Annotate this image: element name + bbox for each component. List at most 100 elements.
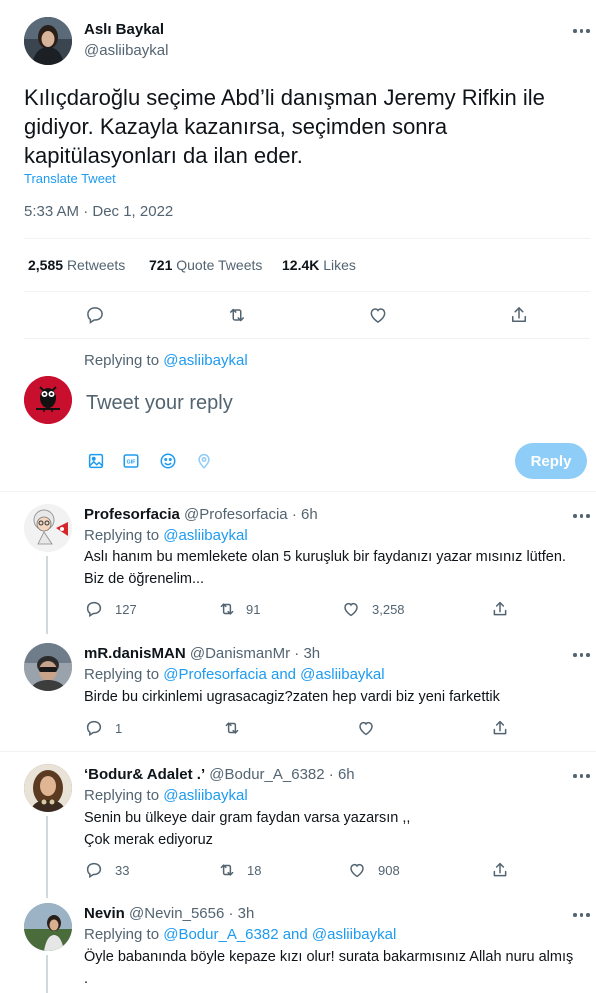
replying-handle-link[interactable]: @asliibaykal (163, 787, 247, 804)
reply-replying-to: Replying to @Profesorfacia and @asliibay… (84, 666, 385, 683)
share-icon[interactable] (490, 599, 510, 619)
reply-text-line: Çok merak ediyoruz (84, 832, 213, 848)
retweet-count: 18 (247, 863, 262, 878)
like-icon[interactable] (347, 860, 367, 880)
reply-replying-to: Replying to @Bodur_A_6382 and @asliibayk… (84, 926, 396, 943)
more-options-icon[interactable] (573, 23, 590, 39)
divider (24, 338, 590, 339)
replying-handle-link[interactable]: @Bodur_A_6382 and @asliibaykal (163, 926, 396, 943)
retweets-stat[interactable]: 2,585 Retweets (28, 257, 125, 273)
tweet-text-line: gidiyor. Kazayla kazanırsa, seçimden son… (24, 114, 448, 139)
reply-avatar[interactable] (24, 903, 72, 951)
reply-text-line: Aslı hanım bu memlekete olan 5 kuruşluk … (84, 549, 566, 565)
divider (0, 751, 596, 752)
share-icon[interactable] (508, 304, 530, 326)
reply-author-name[interactable]: Nevin (84, 905, 125, 922)
replying-handle-link[interactable]: @asliibaykal (163, 527, 247, 544)
thread-line (46, 556, 48, 634)
reply-avatar[interactable] (24, 764, 72, 812)
reply-avatar[interactable] (24, 504, 72, 552)
reply-button[interactable]: Reply (515, 443, 587, 479)
svg-text:GIF: GIF (127, 460, 137, 466)
replying-prefix: Replying to (84, 787, 160, 804)
reply-header: mR.danisMAN @DanismanMr · 3h (84, 645, 320, 662)
reply-header: Profesorfacia @Profesorfacia · 6h (84, 506, 318, 523)
retweet-icon[interactable] (216, 860, 238, 880)
thread-line (46, 955, 48, 993)
retweet-icon[interactable] (221, 718, 243, 738)
tweet-text: Kılıçdaroğlu seçime Abd’li danışman Jere… (24, 83, 589, 170)
reply-text: Birde bu cirkinlemi ugrasacagiz?zaten he… (84, 686, 589, 708)
divider (24, 238, 590, 239)
reply-count: 33 (115, 863, 130, 878)
reply-icon[interactable] (84, 718, 104, 738)
reply-count: 127 (115, 602, 137, 617)
retweet-icon[interactable] (216, 599, 238, 619)
share-icon[interactable] (490, 860, 510, 880)
likes-stat[interactable]: 12.4K Likes (282, 257, 356, 273)
replying-prefix: Replying to (84, 926, 160, 943)
retweet-icon[interactable] (225, 304, 249, 326)
retweets-label: Retweets (66, 257, 126, 273)
more-options-icon[interactable] (573, 907, 590, 923)
author-avatar[interactable] (24, 17, 72, 65)
emoji-icon[interactable] (158, 451, 178, 471)
reply-author-handle[interactable]: @Profesorfacia (184, 506, 288, 523)
more-options-icon[interactable] (573, 647, 590, 663)
reply-count: 1 (115, 721, 123, 736)
translate-tweet-link[interactable]: Translate Tweet (24, 171, 116, 186)
quote-tweets-stat[interactable]: 721 Quote Tweets (149, 257, 262, 273)
tweet-text-line: Kılıçdaroğlu seçime Abd’li danışman Jere… (24, 85, 545, 110)
reply-header: Nevin @Nevin_5656 · 3h (84, 905, 254, 922)
quotes-label: Quote Tweets (176, 257, 263, 273)
reply-time[interactable]: · 6h (292, 506, 318, 523)
likes-label: Likes (323, 257, 356, 273)
reply-icon[interactable] (84, 304, 106, 326)
tweet-timestamp[interactable]: 5:33 AM · Dec 1, 2022 (24, 203, 173, 220)
media-icon[interactable] (86, 451, 106, 471)
retweet-count: 91 (246, 602, 261, 617)
reply-icon[interactable] (84, 860, 104, 880)
reply-input[interactable]: Tweet your reply (86, 392, 566, 415)
more-options-icon[interactable] (573, 768, 590, 784)
more-options-icon[interactable] (573, 508, 590, 524)
replying-handle-link[interactable]: @asliibaykal (163, 352, 247, 369)
reply-author-handle[interactable]: @DanismanMr (190, 645, 290, 662)
author-name[interactable]: Aslı Baykal (84, 21, 164, 38)
gif-icon[interactable]: GIF (121, 451, 141, 471)
like-icon[interactable] (367, 304, 389, 326)
reply-time[interactable]: · 6h (329, 766, 355, 783)
reply-text-line: . (84, 971, 89, 987)
reply-author-handle[interactable]: @Nevin_5656 (129, 905, 224, 922)
reply-avatar[interactable] (24, 643, 72, 691)
replying-prefix: Replying to (84, 527, 160, 544)
reply-author-name[interactable]: Profesorfacia (84, 506, 180, 523)
reply-author-name[interactable]: mR.danisMAN (84, 645, 186, 662)
retweets-count: 2,585 (28, 257, 64, 273)
reply-icon[interactable] (84, 599, 104, 619)
like-icon[interactable] (341, 599, 361, 619)
reply-text-line: Senin bu ülkeye dair gram faydan varsa y… (84, 810, 411, 826)
reply-author-handle[interactable]: @Bodur_A_6382 (209, 766, 324, 783)
like-icon[interactable] (356, 718, 376, 738)
author-handle[interactable]: @asliibaykal (84, 42, 168, 59)
reply-time[interactable]: · 3h (294, 645, 320, 662)
divider (24, 291, 590, 292)
reply-replying-to: Replying to @asliibaykal (84, 787, 248, 804)
quotes-count: 721 (149, 257, 173, 273)
user-avatar[interactable] (24, 376, 72, 424)
reply-time[interactable]: · 3h (229, 905, 255, 922)
share-icon[interactable] (490, 718, 510, 738)
reply-text: Senin bu ülkeye dair gram faydan varsa y… (84, 807, 589, 851)
divider (0, 491, 596, 492)
reply-text-line: Birde bu cirkinlemi ugrasacagiz?zaten he… (84, 689, 500, 705)
replying-prefix: Replying to (84, 666, 160, 683)
reply-text: Aslı hanım bu memlekete olan 5 kuruşluk … (84, 546, 589, 590)
likes-count: 12.4K (282, 257, 320, 273)
replying-handle-link[interactable]: @Profesorfacia and @asliibaykal (163, 666, 384, 683)
reply-author-name[interactable]: ‘Bodur& Adalet .’ (84, 766, 205, 783)
reply-replying-to: Replying to @asliibaykal (84, 527, 248, 544)
location-icon[interactable] (194, 451, 214, 471)
replying-prefix: Replying to (84, 352, 160, 369)
reply-text-line: Öyle babanında böyle kepaze kızı olur! s… (84, 949, 574, 965)
